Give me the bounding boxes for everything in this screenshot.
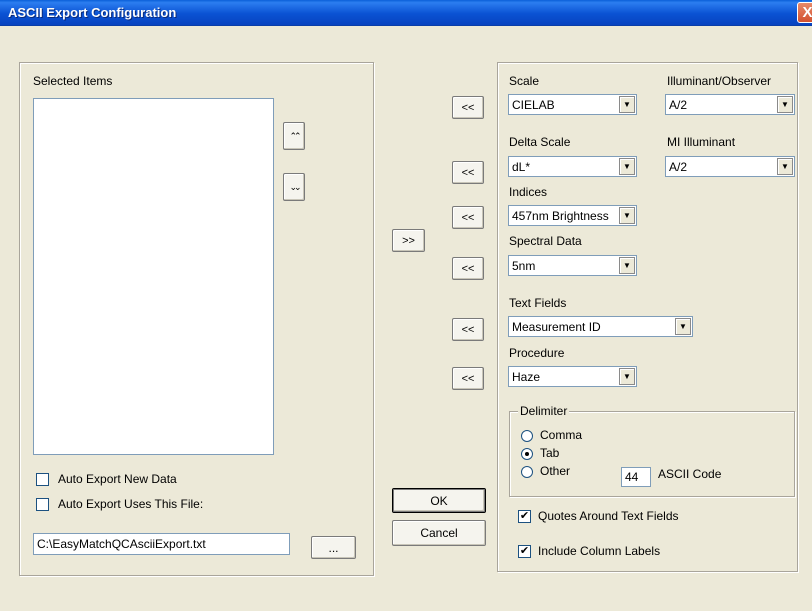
dropdown-arrow-icon: ▼ — [675, 318, 691, 335]
column-labels-label: Include Column Labels — [538, 544, 661, 558]
delimiter-tab-radio[interactable] — [521, 448, 533, 460]
auto-export-file-checkbox[interactable] — [36, 498, 49, 511]
browse-label: ... — [328, 540, 339, 555]
delimiter-tab-label: Tab — [540, 446, 560, 460]
selected-items-label: Selected Items — [33, 74, 113, 88]
procedure-dropdown[interactable]: Haze ▼ — [508, 366, 637, 387]
illuminant-label: Illuminant/Observer — [667, 74, 772, 88]
export-file-path-input[interactable]: C:\EasyMatchQCAsciiExport.txt — [33, 533, 290, 555]
ok-label: OK — [430, 493, 448, 508]
remove-indices-button[interactable]: << — [452, 206, 484, 229]
double-chevron-down-icon: ⌄⌄ — [289, 181, 301, 192]
remove-label: << — [461, 166, 475, 179]
scale-value: CIELAB — [512, 98, 555, 112]
delimiter-other-radio[interactable] — [521, 466, 533, 478]
indices-label: Indices — [509, 185, 548, 199]
dropdown-arrow-icon: ▼ — [619, 368, 635, 385]
remove-procedure-button[interactable]: << — [452, 367, 484, 390]
ascii-code-label: ASCII Code — [658, 467, 722, 481]
browse-button[interactable]: ... — [311, 536, 356, 559]
dialog-window: ASCII Export Configuration X Selected It… — [0, 0, 812, 611]
text-fields-label: Text Fields — [509, 296, 567, 310]
ok-button[interactable]: OK — [392, 488, 486, 513]
delta-scale-dropdown[interactable]: dL* ▼ — [508, 156, 637, 177]
dropdown-arrow-icon: ▼ — [619, 207, 635, 224]
remove-delta-scale-button[interactable]: << — [452, 161, 484, 184]
auto-export-file-label: Auto Export Uses This File: — [58, 497, 204, 511]
spectral-data-label: Spectral Data — [509, 234, 582, 248]
dropdown-arrow-icon: ▼ — [619, 158, 635, 175]
delimiter-label: Delimiter — [518, 404, 570, 418]
delta-scale-value: dL* — [512, 160, 531, 174]
indices-dropdown[interactable]: 457nm Brightness ▼ — [508, 205, 637, 226]
remove-text-fields-button[interactable]: << — [452, 318, 484, 341]
dropdown-arrow-icon: ▼ — [777, 96, 793, 113]
delimiter-comma-radio[interactable] — [521, 430, 533, 442]
text-fields-value: Measurement ID — [512, 320, 601, 334]
check-icon: ✔ — [519, 510, 530, 522]
dropdown-arrow-icon: ▼ — [777, 158, 793, 175]
selected-items-list[interactable] — [33, 98, 274, 455]
remove-scale-button[interactable]: << — [452, 96, 484, 119]
mi-illuminant-dropdown[interactable]: A/2 ▼ — [665, 156, 795, 177]
ascii-code-input[interactable]: 44 — [621, 467, 651, 487]
dropdown-arrow-icon: ▼ — [619, 257, 635, 274]
delta-scale-label: Delta Scale — [509, 135, 571, 149]
remove-label: << — [461, 372, 475, 385]
add-item-button[interactable]: >> — [392, 229, 425, 252]
cancel-label: Cancel — [420, 526, 458, 540]
check-icon: ✔ — [519, 545, 530, 557]
auto-export-new-label: Auto Export New Data — [58, 472, 177, 486]
scale-label: Scale — [509, 74, 540, 88]
auto-export-new-checkbox[interactable] — [36, 473, 49, 486]
procedure-value: Haze — [512, 370, 541, 384]
remove-label: << — [461, 323, 475, 336]
indices-value: 457nm Brightness — [512, 209, 609, 223]
scale-dropdown[interactable]: CIELAB ▼ — [508, 94, 637, 115]
quotes-label: Quotes Around Text Fields — [538, 509, 679, 523]
dropdown-arrow-icon: ▼ — [619, 96, 635, 113]
illuminant-dropdown[interactable]: A/2 ▼ — [665, 94, 795, 115]
remove-label: << — [461, 101, 475, 114]
double-chevron-up-icon: ⌃⌃ — [289, 130, 301, 141]
procedure-label: Procedure — [509, 346, 565, 360]
column-labels-checkbox[interactable]: ✔ — [518, 545, 531, 558]
mi-illuminant-label: MI Illuminant — [667, 135, 736, 149]
remove-label: << — [461, 262, 475, 275]
cancel-button[interactable]: Cancel — [392, 520, 486, 546]
add-item-label: >> — [402, 234, 415, 247]
delimiter-comma-label: Comma — [540, 428, 583, 442]
remove-spectral-button[interactable]: << — [452, 257, 484, 280]
move-down-button[interactable]: ⌄⌄ — [283, 173, 305, 201]
move-up-button[interactable]: ⌃⌃ — [283, 122, 305, 150]
spectral-data-dropdown[interactable]: 5nm ▼ — [508, 255, 637, 276]
text-fields-dropdown[interactable]: Measurement ID ▼ — [508, 316, 693, 337]
remove-label: << — [461, 211, 475, 224]
window-title: ASCII Export Configuration — [8, 5, 177, 20]
illuminant-value: A/2 — [669, 98, 688, 112]
title-bar[interactable]: ASCII Export Configuration X — [0, 0, 812, 26]
spectral-data-value: 5nm — [512, 259, 536, 273]
quotes-checkbox[interactable]: ✔ — [518, 510, 531, 523]
close-button[interactable]: X — [797, 2, 812, 23]
delimiter-other-label: Other — [540, 464, 571, 478]
close-icon: X — [802, 4, 812, 21]
mi-illuminant-value: A/2 — [669, 160, 688, 174]
